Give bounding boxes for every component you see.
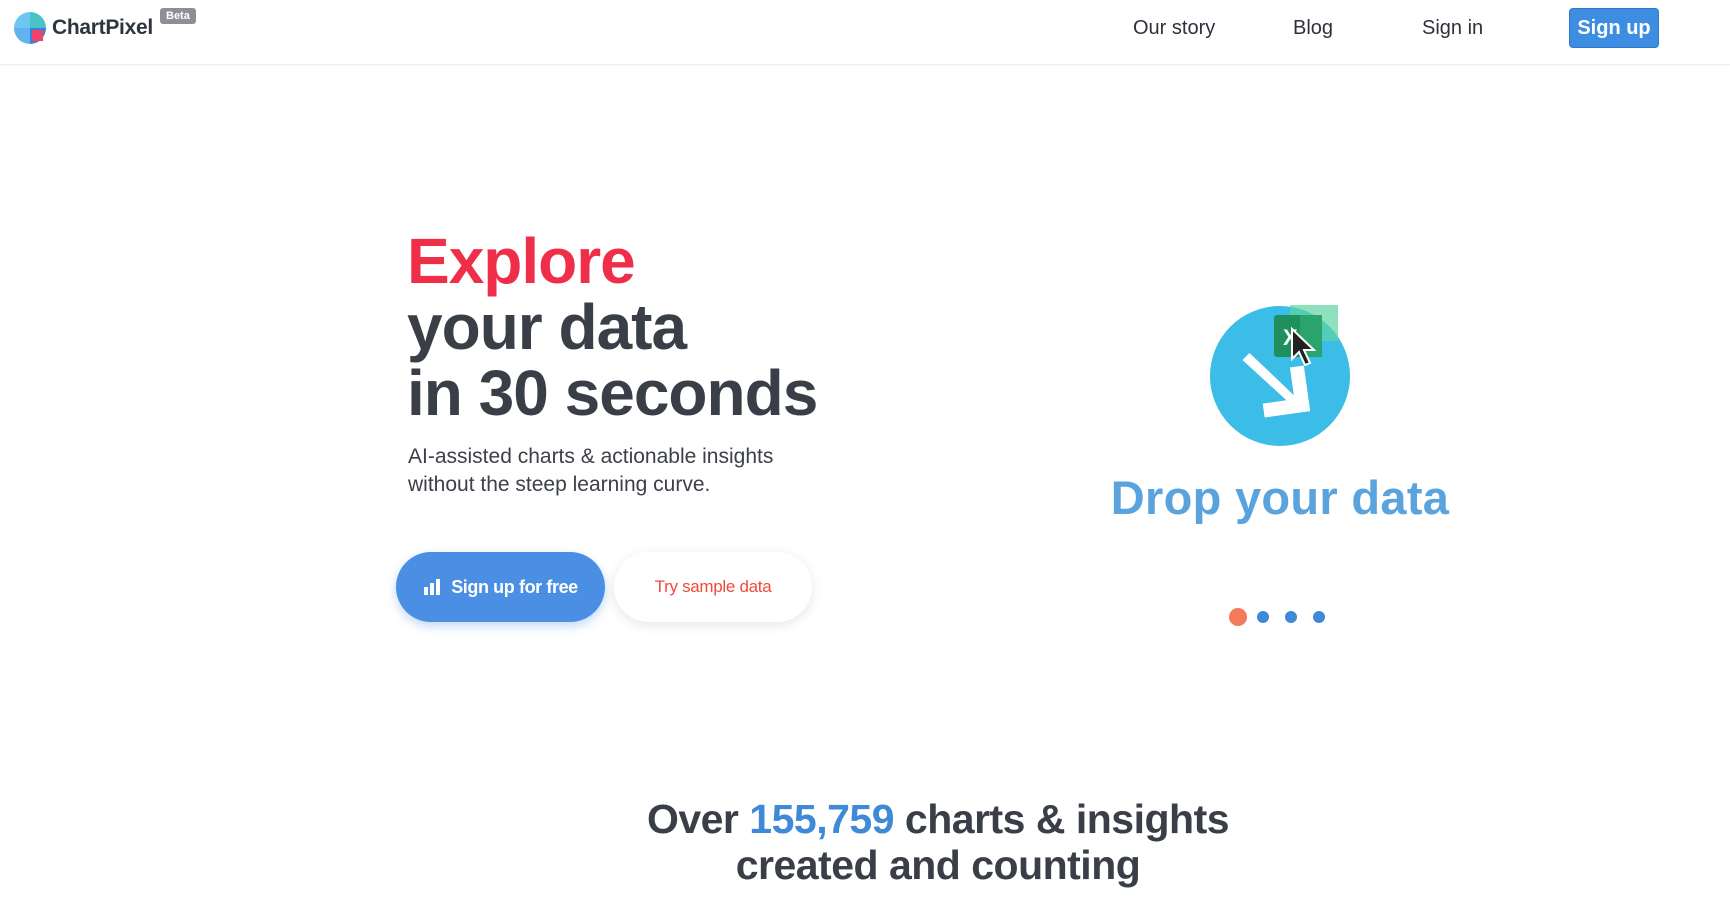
- nav-blog[interactable]: Blog: [1293, 17, 1333, 40]
- hero-subtitle-line1: AI-assisted charts & actionable insights: [408, 445, 774, 468]
- signup-free-button[interactable]: Sign up for free: [396, 552, 605, 622]
- carousel-dot-2[interactable]: [1257, 611, 1269, 623]
- carousel-caption: Drop your data: [1110, 471, 1450, 524]
- stats-count: 155,759: [749, 796, 895, 842]
- brand-name: ChartPixel: [52, 16, 153, 39]
- carousel-dot-1[interactable]: [1229, 608, 1247, 626]
- stats-headline: Over 155,759 charts & insights created a…: [0, 796, 1730, 888]
- stats-line1: Over 155,759 charts & insights: [0, 796, 1730, 842]
- hero-title-line3: in 30 seconds: [407, 357, 818, 429]
- hero-subtitle-line2: without the steep learning curve.: [408, 473, 711, 496]
- header-signup-button[interactable]: Sign up: [1569, 8, 1659, 48]
- stats-prefix: Over: [646, 796, 739, 842]
- carousel-dot-4[interactable]: [1313, 611, 1325, 623]
- carousel-dots: [1229, 608, 1341, 626]
- hero-title-line2: your data: [407, 291, 687, 363]
- stats-line2: created and counting: [735, 842, 1141, 888]
- carousel-dot-3[interactable]: [1285, 611, 1297, 623]
- chartpixel-logo-icon: [14, 12, 46, 44]
- try-sample-data-label: Try sample data: [654, 577, 772, 596]
- nav-our-story[interactable]: Our story: [1133, 17, 1215, 40]
- hero-title-accent: Explore: [407, 225, 636, 297]
- drop-excel-file-icon: X: [1210, 305, 1350, 446]
- beta-badge: Beta: [160, 8, 196, 24]
- logo[interactable]: ChartPixel: [12, 10, 153, 46]
- hero-subtitle: AI-assisted charts & actionable insights…: [408, 443, 848, 499]
- bar-chart-icon: [424, 579, 441, 595]
- hero-title: Explore your data in 30 seconds: [407, 225, 818, 429]
- stats-suffix: charts & insights: [904, 796, 1230, 842]
- try-sample-data-button[interactable]: Try sample data: [614, 552, 812, 622]
- signup-free-label: Sign up for free: [451, 576, 578, 597]
- site-header: ChartPixel Beta Our story Blog Sign in S…: [0, 0, 1730, 65]
- nav-sign-in[interactable]: Sign in: [1422, 17, 1483, 40]
